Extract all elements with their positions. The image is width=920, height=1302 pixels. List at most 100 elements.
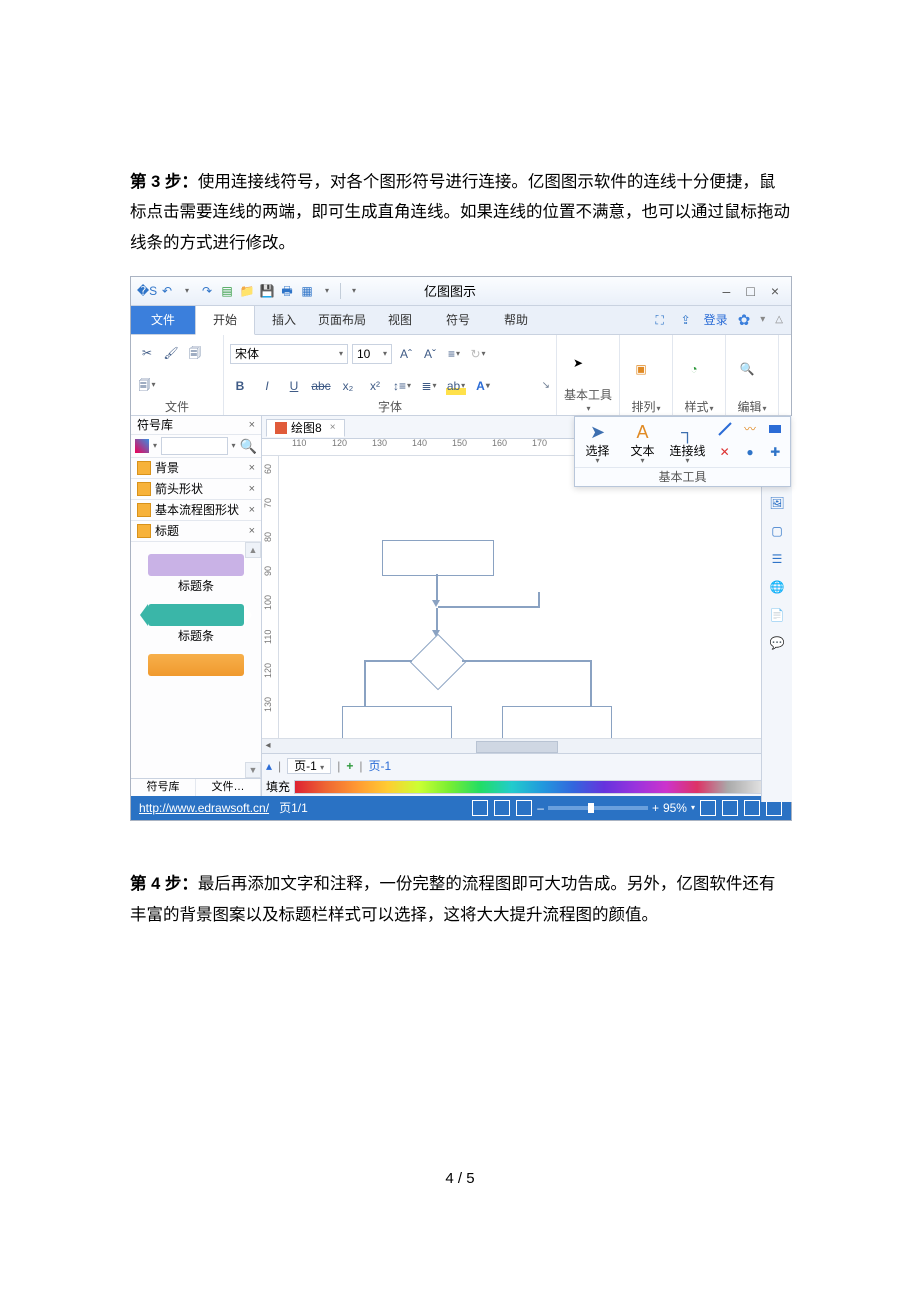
format-painter-icon[interactable]: 🖌 <box>161 344 181 362</box>
tool-select[interactable]: ➤选择▾ <box>575 417 620 467</box>
line-spacing-icon[interactable]: ↕≡ <box>392 377 412 395</box>
italic-icon[interactable]: I <box>257 377 277 395</box>
pointer-tool-icon[interactable]: ➤ <box>563 351 593 375</box>
redo-icon[interactable]: ↷ <box>199 283 215 299</box>
side-shape-icon[interactable]: ▢ <box>766 520 788 542</box>
tab-start[interactable]: 开始 <box>195 306 255 335</box>
ribbon-group-basictools-label[interactable]: 基本工具 <box>563 387 613 413</box>
open-folder-icon[interactable]: 📁 <box>239 283 255 299</box>
active-page-tab[interactable]: 页-1 <box>368 760 391 772</box>
superscript-icon[interactable]: x² <box>365 377 385 395</box>
symbol-section-titles[interactable]: 标题× <box>131 521 261 542</box>
shape-item-title-teal[interactable]: 标题条 <box>133 598 259 648</box>
search-icon[interactable]: 🔍 <box>240 439 257 453</box>
qat-customize-icon[interactable]: ▾ <box>346 283 362 299</box>
highlight-icon[interactable]: ab <box>446 377 466 395</box>
export-dropdown-icon[interactable]: ▾ <box>319 283 335 299</box>
fullscreen-icon[interactable]: ⛶ <box>652 312 668 328</box>
drawing-canvas[interactable]: 60 70 80 90 100 110 120 130 <box>262 456 791 738</box>
tool-circle-icon[interactable]: ● <box>737 442 762 462</box>
shape-item-title-orange[interactable] <box>133 648 259 686</box>
grow-font-icon[interactable]: Aˆ <box>396 345 416 363</box>
view-mode-read-icon[interactable] <box>516 800 532 816</box>
print-icon[interactable]: 🖶 <box>279 283 295 299</box>
symbol-library-close-icon[interactable]: × <box>249 420 255 431</box>
symbol-search-dropdown-icon[interactable]: ▾ <box>232 442 236 450</box>
add-page-icon[interactable]: + <box>346 760 353 772</box>
flow-connector[interactable] <box>590 660 592 706</box>
subscript-icon[interactable]: x₂ <box>338 377 358 395</box>
fill-color-gradient[interactable] <box>294 780 791 794</box>
side-page-icon[interactable]: 📄 <box>766 604 788 626</box>
tab-help[interactable]: 帮助 <box>487 306 545 334</box>
font-name-select[interactable]: 宋体▾ <box>230 344 348 364</box>
tool-text[interactable]: A文本▾ <box>620 417 665 467</box>
rotate-text-icon[interactable]: ↻ <box>468 345 488 363</box>
shape-item-title-purple[interactable]: 标题条 <box>133 548 259 598</box>
symbol-search-input[interactable] <box>161 437 228 455</box>
library-picker-dropdown-icon[interactable]: ▾ <box>153 442 157 450</box>
shrink-font-icon[interactable]: Aˇ <box>420 345 440 363</box>
zoom-value[interactable]: 95% <box>663 802 687 814</box>
paste-icon[interactable]: 🗐 <box>137 376 157 394</box>
scroll-left-icon[interactable]: ◂ <box>262 739 274 753</box>
tab-file[interactable]: 文件 <box>131 306 195 334</box>
flow-connector[interactable] <box>436 608 438 632</box>
flow-connector[interactable] <box>462 660 592 662</box>
find-icon[interactable]: 🔍 <box>732 357 762 381</box>
tool-connector[interactable]: ┐连接线▾ <box>665 417 710 467</box>
document-tab[interactable]: 绘图8 × <box>266 419 345 437</box>
zoom-in-icon[interactable]: + <box>652 802 659 814</box>
cut-icon[interactable]: ✂ <box>137 344 157 362</box>
zoom-slider[interactable] <box>548 806 648 810</box>
share-icon[interactable]: ⇪ <box>678 312 694 328</box>
minimize-button[interactable]: – <box>723 284 731 298</box>
login-link[interactable]: 登录 <box>704 314 728 326</box>
side-comment-icon[interactable]: 💬 <box>766 632 788 654</box>
side-list-icon[interactable]: ☰ <box>766 548 788 570</box>
flow-connector[interactable] <box>364 660 366 706</box>
view-mode-outline-icon[interactable] <box>494 800 510 816</box>
flow-decision[interactable] <box>410 634 464 688</box>
library-picker-icon[interactable] <box>135 439 149 453</box>
flow-connector[interactable] <box>538 592 540 608</box>
font-dialog-launcher-icon[interactable]: ↘ <box>542 381 550 391</box>
canvas-horizontal-scrollbar[interactable]: ◂ ▸ <box>262 738 791 753</box>
gear-icon[interactable]: ✿ <box>738 313 751 328</box>
new-doc-icon[interactable]: ▤ <box>219 283 235 299</box>
flow-process-right[interactable] <box>502 706 612 738</box>
maximize-button[interactable]: □ <box>746 284 754 298</box>
shapelist-scroll-up-icon[interactable]: ▲ <box>245 542 261 558</box>
bold-icon[interactable]: B <box>230 377 250 395</box>
ribbon-group-edit-label[interactable]: 编辑 <box>732 399 772 413</box>
align-icon[interactable]: ≡ <box>444 345 464 363</box>
flow-connector[interactable] <box>436 574 438 602</box>
document-tab-close-icon[interactable]: × <box>330 423 336 433</box>
tab-symbol[interactable]: 符号 <box>429 306 487 334</box>
tool-delete-icon[interactable]: ✕ <box>712 442 737 462</box>
save-icon[interactable]: 💾 <box>259 283 275 299</box>
tool-rect-icon[interactable] <box>763 419 788 439</box>
underline-icon[interactable]: U <box>284 377 304 395</box>
tab-layout[interactable]: 页面布局 <box>313 306 371 334</box>
gear-dropdown-icon[interactable]: ▾ <box>760 315 765 325</box>
undo-dropdown-icon[interactable]: ▾ <box>179 283 195 299</box>
shapelist-scroll-down-icon[interactable]: ▼ <box>245 762 261 778</box>
style-icon[interactable]: ◔ <box>679 357 709 381</box>
flow-connector[interactable] <box>364 660 412 662</box>
ribbon-group-arrange-label[interactable]: 排列 <box>626 399 666 413</box>
close-button[interactable]: × <box>771 284 779 298</box>
symbol-tab-file[interactable]: 文件… <box>196 779 261 796</box>
side-globe-icon[interactable]: 🌐 <box>766 576 788 598</box>
flow-process-left[interactable] <box>342 706 452 738</box>
collapse-ribbon-icon[interactable]: △ <box>775 315 783 325</box>
bullets-icon[interactable]: ≣ <box>419 377 439 395</box>
export-icon[interactable]: ▦ <box>299 283 315 299</box>
fit-actual-icon[interactable] <box>744 800 760 816</box>
font-color-icon[interactable]: A <box>473 377 493 395</box>
font-size-select[interactable]: 10▾ <box>352 344 392 364</box>
view-mode-normal-icon[interactable] <box>472 800 488 816</box>
page-tab-selector[interactable]: 页-1 ▾ <box>287 758 331 774</box>
copy-icon[interactable]: 🗐 <box>185 344 205 362</box>
scrollbar-thumb[interactable] <box>476 741 558 753</box>
